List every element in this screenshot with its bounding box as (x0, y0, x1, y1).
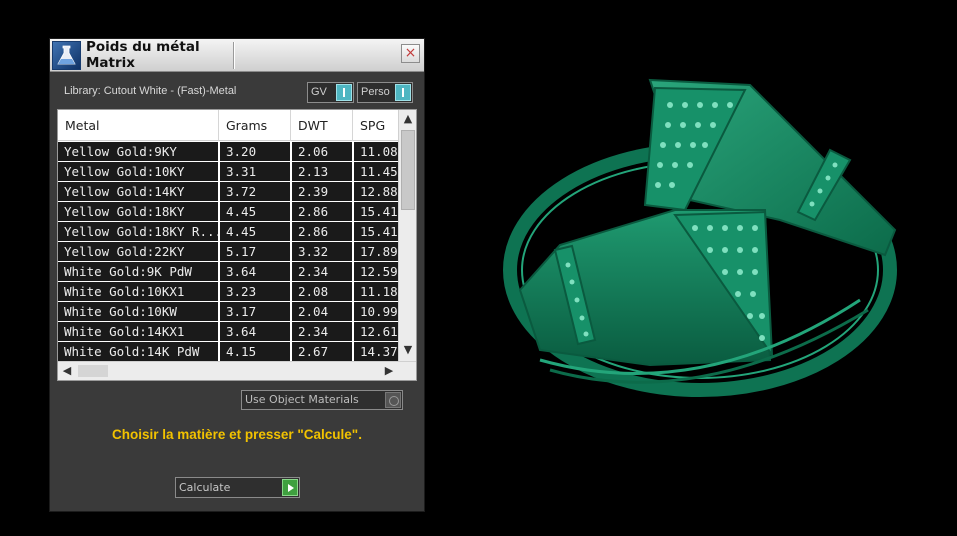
cell-metal: White Gold:9K PdW (58, 262, 218, 281)
circle-icon (385, 392, 401, 408)
vertical-scrollbar[interactable]: ▲ ▼ (398, 110, 416, 361)
table-row[interactable]: Yellow Gold:14KY 3.72 2.39 12.88 (58, 181, 398, 201)
gv-toggle-label: GV (311, 86, 327, 98)
cell-metal: White Gold:14KX1 (58, 322, 218, 341)
toggle-switch-icon (395, 84, 411, 101)
cell-dwt: 2.34 (292, 322, 352, 341)
scroll-up-icon[interactable]: ▲ (399, 110, 416, 128)
cell-dwt: 2.08 (292, 282, 352, 301)
cell-metal: Yellow Gold:18KY (58, 202, 218, 221)
column-header-grams[interactable]: Grams (219, 110, 291, 141)
table-row[interactable]: White Gold:10KX1 3.23 2.08 11.18 (58, 281, 398, 301)
table-row[interactable]: White Gold:14K PdW 4.15 2.67 14.37 (58, 341, 398, 361)
cell-spg: 12.59 (354, 262, 398, 281)
metal-weight-panel: Poids du métal Matrix × Library: Cutout … (49, 38, 425, 512)
cell-dwt: 2.67 (292, 342, 352, 361)
column-header-metal[interactable]: Metal (58, 110, 219, 141)
toggle-switch-icon (336, 84, 352, 101)
cell-spg: 12.88 (354, 182, 398, 201)
library-label: Library: Cutout White - (Fast)-Metal (64, 85, 237, 97)
cell-grams: 3.17 (220, 302, 290, 321)
cell-grams: 4.45 (220, 222, 290, 241)
table-row[interactable]: Yellow Gold:22KY 5.17 3.32 17.89 (58, 241, 398, 261)
table-body: Yellow Gold:9KY 3.20 2.06 11.08 Yellow G… (58, 141, 398, 361)
vertical-scroll-thumb[interactable] (401, 130, 415, 210)
play-icon (282, 479, 298, 496)
cell-grams: 4.15 (220, 342, 290, 361)
use-object-materials-label: Use Object Materials (245, 393, 359, 406)
cell-spg: 10.99 (354, 302, 398, 321)
calculate-label: Calculate (179, 481, 231, 494)
scroll-left-icon[interactable]: ◀ (58, 362, 76, 380)
title-bar[interactable]: Poids du métal Matrix × (50, 39, 424, 72)
cell-spg: 11.45 (354, 162, 398, 181)
close-button[interactable]: × (401, 44, 420, 63)
table-row[interactable]: White Gold:9K PdW 3.64 2.34 12.59 (58, 261, 398, 281)
cell-grams: 3.23 (220, 282, 290, 301)
cell-metal: White Gold:14K PdW (58, 342, 218, 361)
horizontal-scrollbar[interactable]: ◀ ▶ (58, 361, 416, 380)
title-divider (233, 42, 235, 69)
cell-dwt: 2.34 (292, 262, 352, 281)
cell-dwt: 2.86 (292, 202, 352, 221)
cell-spg: 17.89 (354, 242, 398, 261)
column-header-dwt[interactable]: DWT (291, 110, 353, 141)
calculate-button[interactable]: Calculate (175, 477, 300, 498)
cell-spg: 15.41 (354, 222, 398, 241)
table-row[interactable]: White Gold:10KW 3.17 2.04 10.99 (58, 301, 398, 321)
cell-spg: 15.41 (354, 202, 398, 221)
cell-metal: Yellow Gold:14KY (58, 182, 218, 201)
cell-dwt: 2.86 (292, 222, 352, 241)
horizontal-scroll-thumb[interactable] (78, 365, 108, 377)
perso-toggle-label: Perso (361, 86, 390, 98)
table-row[interactable]: Yellow Gold:9KY 3.20 2.06 11.08 (58, 141, 398, 161)
cell-metal: Yellow Gold:10KY (58, 162, 218, 181)
cell-spg: 12.61 (354, 322, 398, 341)
cell-spg: 11.18 (354, 282, 398, 301)
scroll-down-icon[interactable]: ▼ (399, 341, 416, 359)
ring-3d-viewport[interactable] (500, 60, 910, 420)
cell-metal: Yellow Gold:22KY (58, 242, 218, 261)
table-row[interactable]: Yellow Gold:18KY R... 4.45 2.86 15.41 (58, 221, 398, 241)
cell-metal: White Gold:10KX1 (58, 282, 218, 301)
cell-grams: 4.45 (220, 202, 290, 221)
column-header-spg[interactable]: SPG (353, 110, 403, 141)
cell-spg: 14.37 (354, 342, 398, 361)
cell-grams: 3.20 (220, 142, 290, 161)
instruction-text: Choisir la matière et presser "Calcule". (112, 427, 362, 442)
perso-toggle[interactable]: Perso (357, 82, 413, 103)
cell-grams: 5.17 (220, 242, 290, 261)
use-object-materials-button[interactable]: Use Object Materials (241, 390, 403, 410)
cell-metal: Yellow Gold:9KY (58, 142, 218, 161)
cell-dwt: 2.13 (292, 162, 352, 181)
flask-app-icon (52, 41, 81, 70)
cell-metal: Yellow Gold:18KY R... (58, 222, 218, 241)
window-title: Poids du métal Matrix (86, 39, 200, 71)
cell-spg: 11.08 (354, 142, 398, 161)
table-row[interactable]: White Gold:14KX1 3.64 2.34 12.61 (58, 321, 398, 341)
cell-grams: 3.64 (220, 322, 290, 341)
cell-dwt: 3.32 (292, 242, 352, 261)
metal-table: Metal Grams DWT SPG Yellow Gold:9KY 3.20… (57, 109, 417, 381)
gv-toggle[interactable]: GV (307, 82, 354, 103)
table-header: Metal Grams DWT SPG (58, 110, 398, 141)
cell-dwt: 2.39 (292, 182, 352, 201)
ring-model-image (503, 78, 897, 397)
scroll-right-icon[interactable]: ▶ (380, 362, 398, 380)
cell-metal: White Gold:10KW (58, 302, 218, 321)
cell-dwt: 2.06 (292, 142, 352, 161)
table-row[interactable]: Yellow Gold:10KY 3.31 2.13 11.45 (58, 161, 398, 181)
cell-grams: 3.72 (220, 182, 290, 201)
cell-dwt: 2.04 (292, 302, 352, 321)
cell-grams: 3.31 (220, 162, 290, 181)
cell-grams: 3.64 (220, 262, 290, 281)
table-row[interactable]: Yellow Gold:18KY 4.45 2.86 15.41 (58, 201, 398, 221)
